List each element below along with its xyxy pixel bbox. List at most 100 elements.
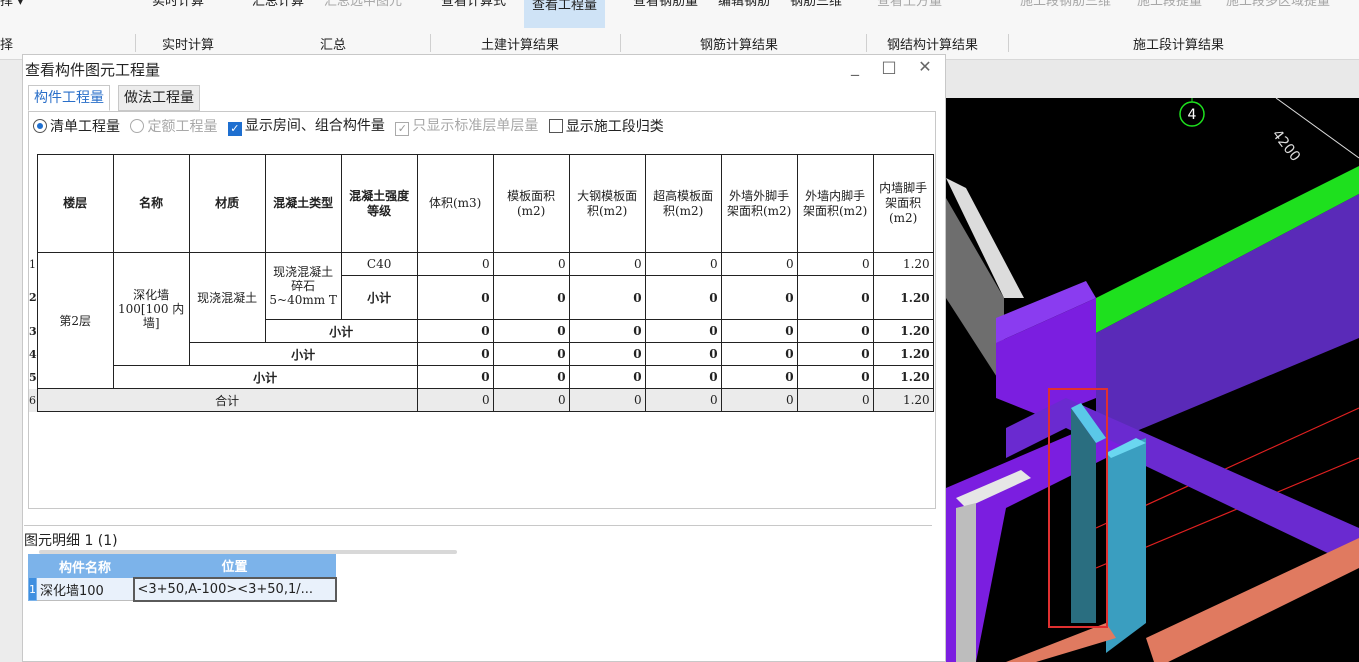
cell-int-scaffold[interactable]: 1.20: [872, 252, 934, 276]
cell-material[interactable]: 现浇混凝土: [188, 252, 266, 343]
view-rebar-button[interactable]: 查看钢筋量: [633, 0, 698, 9]
view-quantity-button[interactable]: 查看工程量: [524, 0, 606, 28]
cell-volume[interactable]: 0: [416, 275, 494, 320]
cell-ext-out[interactable]: 0: [720, 365, 798, 389]
header-volume[interactable]: 体积(m3): [416, 154, 494, 253]
checkbox-checked-icon: ✓: [227, 122, 242, 136]
cell-volume[interactable]: 0: [416, 388, 494, 412]
option-quota-quantity[interactable]: 定额工程量: [130, 116, 217, 136]
cell-ext-in[interactable]: 0: [796, 319, 874, 343]
header-high-formwork[interactable]: 超高模板面积(m2): [644, 154, 722, 253]
cell-high-formwork[interactable]: 0: [644, 388, 722, 412]
cell-high-formwork[interactable]: 0: [644, 319, 722, 343]
cell-name[interactable]: 深化墙100[100 内墙]: [112, 252, 190, 366]
option-standard-floor[interactable]: ✓ 只显示标准层单层量: [395, 115, 538, 136]
detail-cell-name[interactable]: 深化墙100: [36, 577, 134, 601]
cell-ext-in[interactable]: 0: [796, 275, 874, 320]
cell-volume[interactable]: 0: [416, 252, 494, 276]
cell-high-formwork[interactable]: 0: [644, 342, 722, 366]
detail-header-name[interactable]: 构件名称: [36, 554, 134, 578]
header-material[interactable]: 材质: [188, 154, 266, 253]
cell-subtotal-label[interactable]: 小计: [112, 365, 418, 389]
maximize-button[interactable]: □: [879, 57, 899, 76]
cell-formwork[interactable]: 0: [492, 252, 570, 276]
tab-method-quantity[interactable]: 做法工程量: [118, 85, 200, 111]
cell-formwork[interactable]: 0: [492, 319, 570, 343]
option-section-classify[interactable]: 显示施工段归类: [548, 116, 664, 136]
row-number-header: [29, 154, 38, 253]
cell-high-formwork[interactable]: 0: [644, 365, 722, 389]
minimize-button[interactable]: _: [845, 57, 865, 76]
cell-ext-out[interactable]: 0: [720, 342, 798, 366]
cell-ext-in[interactable]: 0: [796, 365, 874, 389]
detail-row[interactable]: 1 深化墙100 <3+50,A-100><3+50,1/...: [28, 576, 337, 602]
rebar-3d-button[interactable]: 钢筋三维: [790, 0, 842, 9]
option-show-rooms[interactable]: ✓ 显示房间、组合构件量: [227, 115, 385, 136]
section-multi-area-button[interactable]: 施工段多区域提量: [1226, 0, 1330, 9]
cell-formwork[interactable]: 0: [492, 275, 570, 320]
cell-high-formwork[interactable]: 0: [644, 275, 722, 320]
section-quantity-button[interactable]: 施工段提量: [1137, 0, 1202, 9]
header-large-formwork[interactable]: 大钢模板面积(m2): [568, 154, 646, 253]
tab-component-quantity[interactable]: 构件工程量: [28, 85, 110, 111]
select-dropdown[interactable]: 择 ▾: [0, 0, 24, 9]
header-ext-scaffold-out[interactable]: 外墙外脚手架面积(m2): [720, 154, 798, 253]
summary-selected-button[interactable]: 汇总选中图元: [324, 0, 402, 9]
summary-calc-button[interactable]: 汇总计算: [252, 0, 304, 9]
cell-subtotal-label[interactable]: 小计: [264, 319, 418, 343]
cell-formwork[interactable]: 0: [492, 342, 570, 366]
header-ext-scaffold-in[interactable]: 外墙内脚手架面积(m2): [796, 154, 874, 253]
cell-ext-out[interactable]: 0: [720, 319, 798, 343]
cell-ext-out[interactable]: 0: [720, 252, 798, 276]
cell-formwork[interactable]: 0: [492, 388, 570, 412]
detail-title: 图元明细 1 (1): [24, 530, 118, 550]
table-total-row[interactable]: 6 合计 0 0 0 0 0 0 1.20: [29, 388, 934, 412]
cell-volume[interactable]: 0: [416, 319, 494, 343]
3d-viewport[interactable]: 4 4200: [946, 60, 1359, 662]
cell-large-formwork[interactable]: 0: [568, 365, 646, 389]
option-list-quantity[interactable]: 清单工程量: [33, 116, 120, 136]
dialog-title: 查看构件图元工程量: [25, 61, 161, 79]
cell-subtotal-label[interactable]: 小计: [340, 275, 418, 320]
cell-int-scaffold[interactable]: 1.20: [872, 388, 934, 412]
cell-ext-in[interactable]: 0: [796, 342, 874, 366]
detail-cell-position[interactable]: <3+50,A-100><3+50,1/...: [132, 576, 337, 602]
cell-large-formwork[interactable]: 0: [568, 342, 646, 366]
header-int-scaffold[interactable]: 内墙脚手架面积(m2): [872, 154, 934, 253]
cell-formwork[interactable]: 0: [492, 365, 570, 389]
header-concrete-type[interactable]: 混凝土类型: [264, 154, 342, 253]
cell-concrete-type[interactable]: 现浇混凝土 碎石5~40mm T: [264, 252, 342, 320]
cell-int-scaffold[interactable]: 1.20: [872, 342, 934, 366]
header-grade[interactable]: 混凝土强度等级: [340, 154, 418, 253]
cell-volume[interactable]: 0: [416, 365, 494, 389]
cell-large-formwork[interactable]: 0: [568, 252, 646, 276]
cell-int-scaffold[interactable]: 1.20: [872, 365, 934, 389]
close-button[interactable]: ✕: [915, 57, 935, 76]
table-row[interactable]: 5 小计 0 0 0 0 0 0 1.20: [29, 365, 934, 389]
cell-large-formwork[interactable]: 0: [568, 388, 646, 412]
cell-large-formwork[interactable]: 0: [568, 275, 646, 320]
view-earthwork-button[interactable]: 查看土方量: [877, 0, 942, 9]
cell-int-scaffold[interactable]: 1.20: [872, 275, 934, 320]
header-name[interactable]: 名称: [112, 154, 190, 253]
cell-volume[interactable]: 0: [416, 342, 494, 366]
cell-total-label[interactable]: 合计: [36, 388, 418, 412]
cell-ext-in[interactable]: 0: [796, 388, 874, 412]
view-formula-button[interactable]: 查看计算式: [441, 0, 506, 9]
header-formwork-area[interactable]: 模板面积(m2): [492, 154, 570, 253]
cell-floor[interactable]: 第2层: [36, 252, 114, 389]
cell-grade[interactable]: C40: [340, 252, 418, 276]
cell-ext-out[interactable]: 0: [720, 388, 798, 412]
cell-high-formwork[interactable]: 0: [644, 252, 722, 276]
cell-large-formwork[interactable]: 0: [568, 319, 646, 343]
cell-ext-out[interactable]: 0: [720, 275, 798, 320]
header-floor[interactable]: 楼层: [36, 154, 114, 253]
detail-header-position[interactable]: 位置: [133, 554, 336, 578]
cell-ext-in[interactable]: 0: [796, 252, 874, 276]
cell-int-scaffold[interactable]: 1.20: [872, 319, 934, 343]
table-row[interactable]: 1 第2层 深化墙100[100 内墙] 现浇混凝土 现浇混凝土 碎石5~40m…: [29, 252, 934, 389]
edit-rebar-button[interactable]: 编辑钢筋: [718, 0, 770, 9]
section-rebar-3d-button[interactable]: 施工段钢筋三维: [1020, 0, 1111, 9]
realtime-calc-button[interactable]: 实时计算: [152, 0, 204, 9]
cell-subtotal-label[interactable]: 小计: [188, 342, 418, 366]
